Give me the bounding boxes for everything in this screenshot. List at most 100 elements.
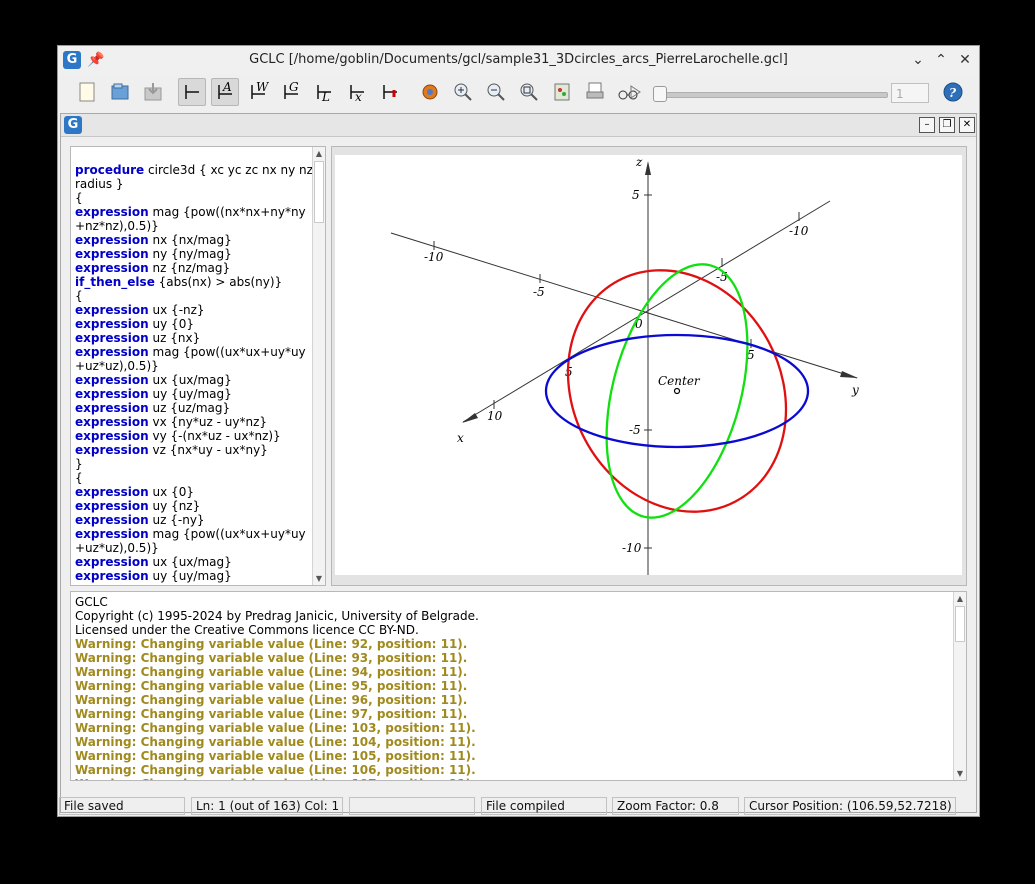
code-text-segment: {abs(nx) > abs(ny)} (154, 275, 283, 289)
svg-text:W: W (256, 81, 269, 94)
code-line[interactable]: expression uy {nz} (75, 499, 313, 513)
code-text-segment: ny {ny/mag} (148, 247, 232, 261)
code-line[interactable]: expression uy {uy/mag} (75, 569, 313, 583)
scroll-thumb[interactable] (314, 161, 324, 223)
console-warning-line: Warning: Changing variable value (Line: … (75, 763, 476, 777)
figure-svg: 5 -5 -10 -10 -5 5 5 -10 -5 10 0 z y x Ce… (390, 155, 859, 575)
x-tick-label: 10 (487, 409, 503, 423)
mark-l-icon[interactable]: L (310, 78, 338, 106)
zoom-out-icon[interactable] (482, 78, 510, 106)
svg-text:L: L (321, 90, 330, 103)
compile-gear-icon[interactable] (416, 78, 444, 106)
save-file-icon[interactable] (139, 78, 167, 106)
x-tick-label: -10 (789, 224, 809, 238)
maximize-button[interactable]: ⌃ (932, 51, 950, 69)
code-line[interactable]: expression ux {-nz} (75, 303, 313, 317)
z-tick-label: 5 (632, 188, 640, 202)
console-info-line: Licensed under the Creative Commons lice… (75, 623, 419, 637)
code-text-segment: vy {-(nx*uz - ux*nz)} (148, 429, 281, 443)
code-line[interactable]: expression uy {uy/mag} (75, 387, 313, 401)
code-line[interactable]: expression nx {nx/mag} (75, 233, 313, 247)
center-label: Center (658, 374, 701, 388)
code-line[interactable]: if_then_else {abs(nx) > abs(ny)} (75, 275, 313, 289)
mark-red-icon[interactable] (376, 78, 404, 106)
editor-scrollbar[interactable]: ▲ ▼ (312, 147, 325, 585)
scroll-up-arrow-icon[interactable]: ▲ (954, 592, 966, 605)
code-text[interactable]: procedure circle3d { xc yc zc nx ny nz r… (75, 163, 313, 583)
code-keyword: expression (75, 317, 149, 331)
close-button[interactable]: ✕ (956, 51, 974, 69)
play-icon[interactable] (621, 78, 649, 106)
code-line[interactable]: } (75, 457, 313, 471)
code-keyword: expression (75, 331, 149, 345)
console-warning-line: Warning: Changing variable value (Line: … (75, 679, 468, 693)
y-axis-arrow-icon (840, 371, 858, 378)
y-tick-label: -10 (424, 250, 444, 264)
z-tick-label: -5 (629, 423, 641, 437)
console-scrollbar[interactable]: ▲ ▼ (953, 592, 966, 780)
z-axis-arrow-icon (645, 161, 651, 175)
center-point (673, 387, 681, 395)
minimize-button[interactable]: ⌄ (909, 51, 927, 69)
svg-text:A: A (222, 81, 232, 94)
print-icon[interactable] (581, 78, 609, 106)
open-file-icon[interactable] (106, 78, 134, 106)
code-line[interactable]: expression ux {ux/mag} (75, 555, 313, 569)
code-line[interactable]: expression ny {ny/mag} (75, 247, 313, 261)
code-line[interactable]: expression ux {ux/mag} (75, 373, 313, 387)
scroll-down-arrow-icon[interactable]: ▼ (954, 767, 966, 780)
code-text-segment: vx {ny*uz - uy*nz} (148, 415, 268, 429)
code-line[interactable]: expression mag {pow((nx*nx+ny*ny+nz*nz),… (75, 205, 313, 233)
console-warning-line: Warning: Changing variable value (Line: … (75, 707, 468, 721)
code-editor[interactable]: procedure circle3d { xc yc zc nx ny nz r… (70, 146, 326, 586)
code-line[interactable]: { (75, 289, 313, 303)
code-keyword: expression (75, 303, 149, 317)
scroll-thumb[interactable] (955, 606, 965, 642)
code-line[interactable]: expression mag {pow((ux*ux+uy*uy+uz*uz),… (75, 527, 313, 555)
code-line[interactable]: expression vz {nx*uy - ux*ny} (75, 443, 313, 457)
zoom-in-icon[interactable] (449, 78, 477, 106)
drawing-canvas[interactable]: 5 -5 -10 -10 -5 5 5 -10 -5 10 0 z y x Ce… (335, 155, 962, 575)
y-axis (390, 232, 858, 379)
code-text-segment: uz {uz/mag} (148, 401, 231, 415)
code-keyword: expression (75, 429, 149, 443)
code-line[interactable]: expression uz {-ny} (75, 513, 313, 527)
code-line[interactable]: expression mag {pow((ux*ux+uy*uy+uz*uz),… (75, 345, 313, 373)
code-line[interactable]: expression vx {ny*uz - uy*nz} (75, 415, 313, 429)
code-line[interactable]: expression uy {0} (75, 317, 313, 331)
code-line[interactable]: expression vy {-(nx*uz - ux*nz)} (75, 429, 313, 443)
slider-handle[interactable] (653, 86, 667, 102)
animation-slider[interactable] (661, 92, 888, 98)
mark-g-icon[interactable]: G (277, 78, 305, 106)
code-text-segment: uz {nx} (148, 331, 201, 345)
zoom-fit-icon[interactable] (515, 78, 543, 106)
code-line[interactable]: expression nz {nz/mag} (75, 261, 313, 275)
scroll-up-arrow-icon[interactable]: ▲ (313, 147, 325, 160)
code-line[interactable]: { (75, 191, 313, 205)
console-warning-line: Warning: Changing variable value (Line: … (75, 651, 468, 665)
code-line[interactable]: { (75, 471, 313, 485)
subwindow-close-button[interactable]: ✕ (959, 117, 975, 133)
frame-spinbox[interactable]: 1 (891, 83, 929, 103)
mark-x-icon[interactable]: x (343, 78, 371, 106)
subwindow-restore-button[interactable]: ❐ (939, 117, 955, 133)
scroll-down-arrow-icon[interactable]: ▼ (313, 572, 325, 585)
code-text-segment: } (75, 457, 83, 471)
help-icon[interactable]: ? (939, 78, 967, 106)
status-empty (349, 797, 475, 815)
code-text-segment: { (75, 191, 83, 205)
export-icon[interactable] (548, 78, 576, 106)
code-line[interactable]: expression ux {0} (75, 485, 313, 499)
code-line[interactable]: procedure circle3d { xc yc zc nx ny nz r… (75, 163, 313, 191)
new-file-icon[interactable] (73, 78, 101, 106)
label-icon[interactable]: A (211, 78, 239, 106)
code-line[interactable]: expression uz {nx} (75, 331, 313, 345)
code-keyword: expression (75, 247, 149, 261)
y-axis-label: y (851, 383, 859, 397)
code-line[interactable]: expression uz {uz/mag} (75, 401, 313, 415)
output-console[interactable]: GCLC Copyright (c) 1995-2024 by Predrag J… (70, 591, 967, 781)
mark-w-icon[interactable]: W (244, 78, 272, 106)
subwindow-minimize-button[interactable]: – (919, 117, 935, 133)
svg-text:G: G (289, 81, 299, 94)
coords-icon[interactable] (178, 78, 206, 106)
